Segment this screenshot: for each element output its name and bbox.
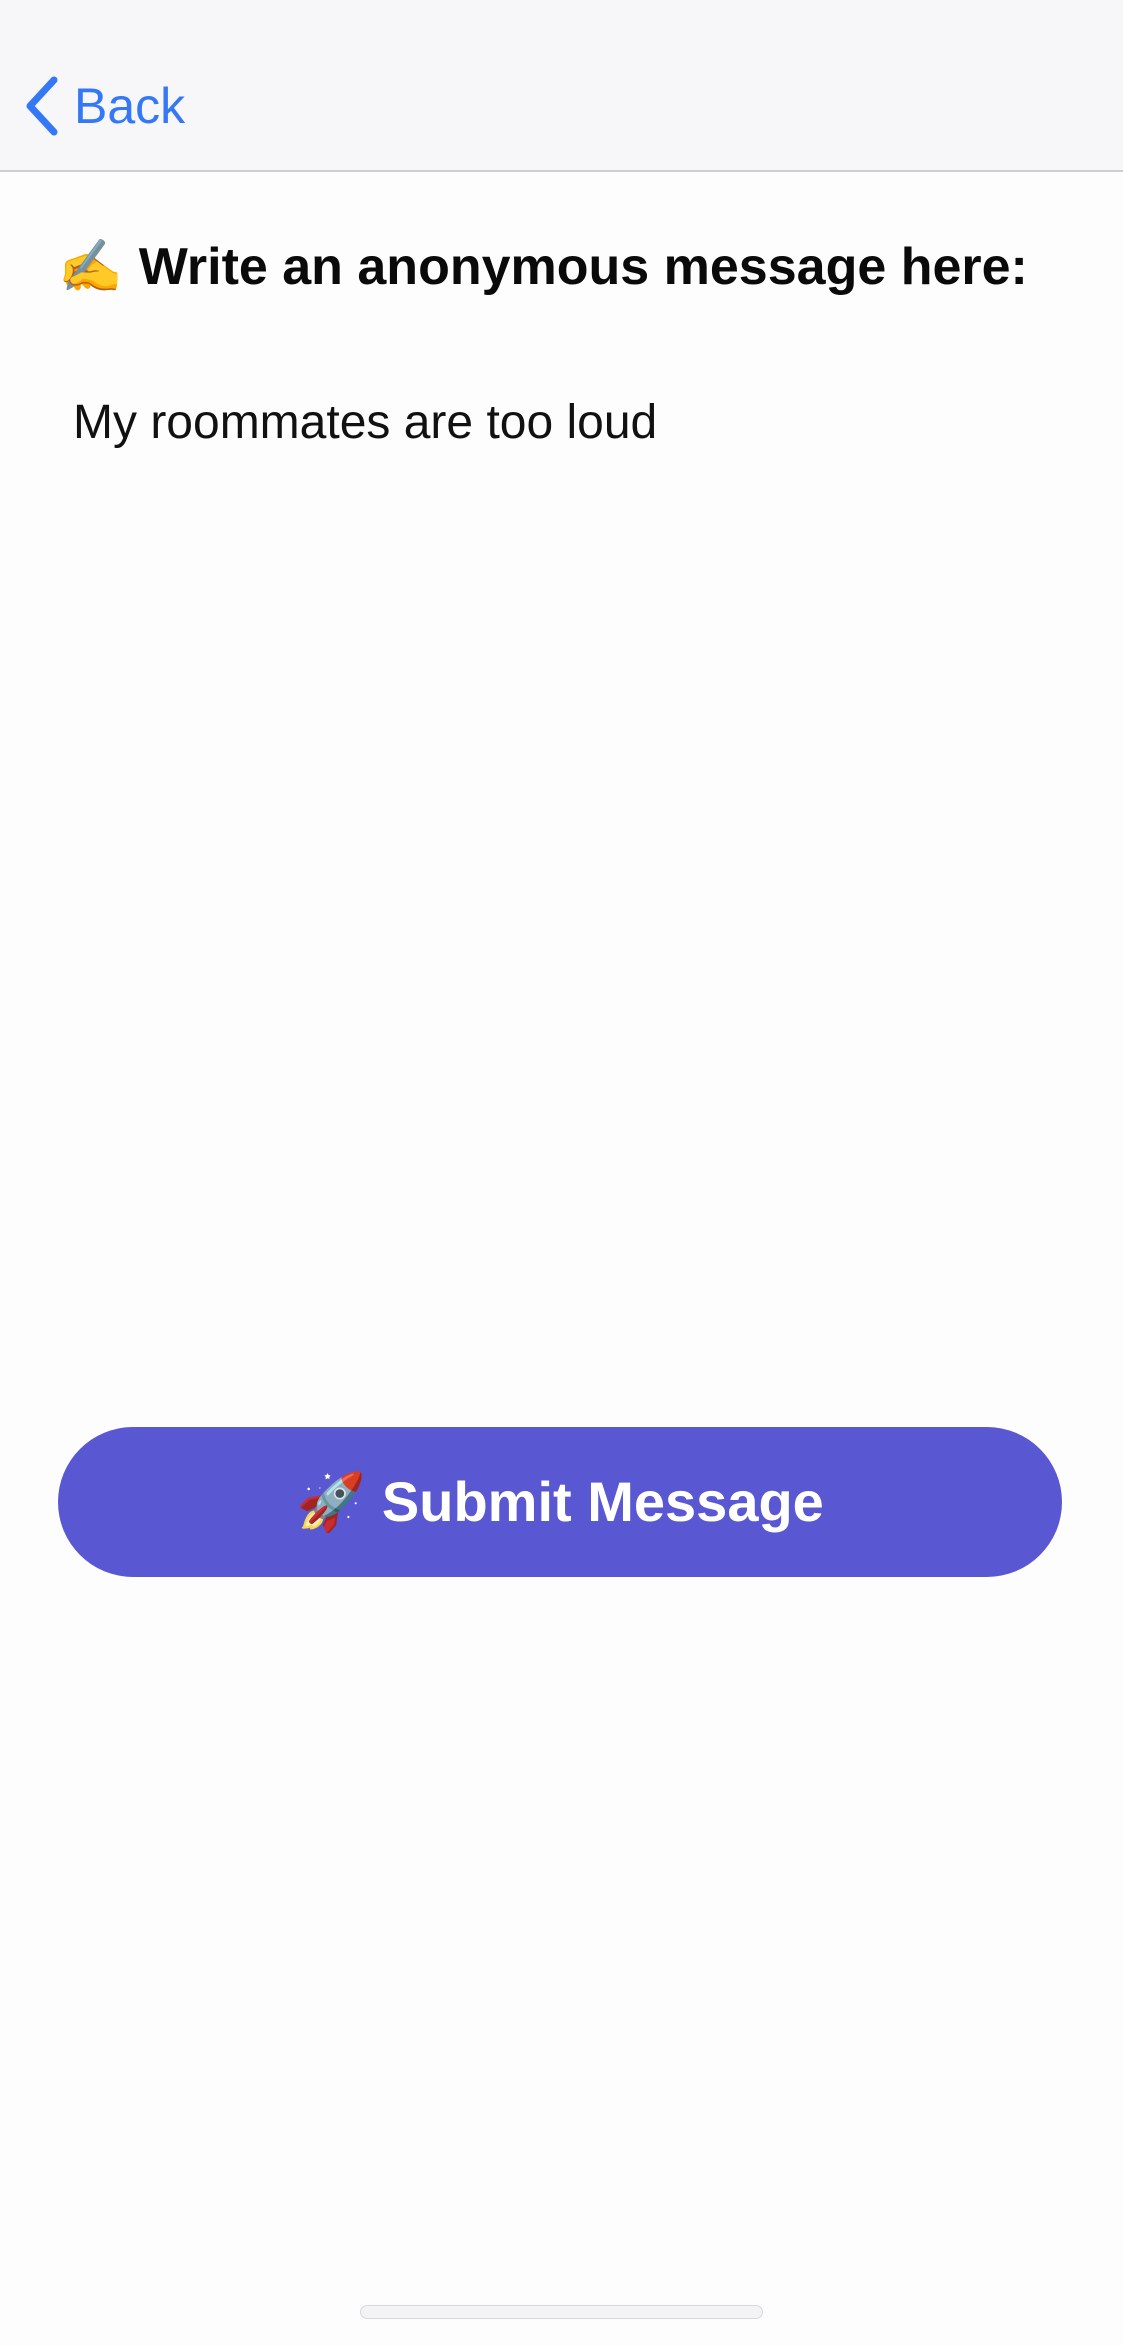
back-label: Back (74, 78, 186, 134)
composer-heading: ✍️ Write an anonymous message here: (58, 232, 1028, 302)
submit-message-button[interactable]: 🚀 Submit Message (58, 1427, 1062, 1577)
home-indicator (360, 2305, 763, 2319)
chevron-left-icon (26, 76, 58, 136)
submit-button-label: Submit Message (381, 1470, 824, 1533)
page-title: Write an anonymous message here: (138, 238, 1028, 296)
rocket-icon: 🚀 (296, 1470, 366, 1533)
back-button[interactable]: Back (22, 72, 185, 140)
message-input[interactable]: My roommates are too loud (58, 380, 1058, 1320)
navigation-bar: Back (0, 0, 1123, 172)
writing-hand-icon: ✍️ (58, 238, 123, 296)
